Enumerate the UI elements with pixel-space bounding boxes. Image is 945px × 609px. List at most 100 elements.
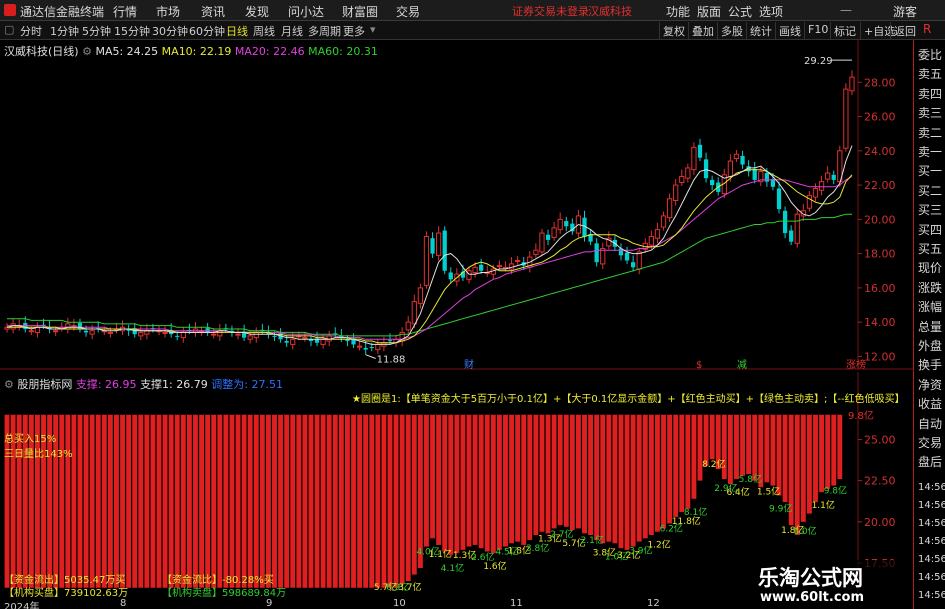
support-c: 调整为: 27.51 [211,378,283,391]
menu-item-wenxiaoda[interactable]: 问小达 [288,3,324,20]
candle-body [405,321,411,331]
tab-period-more[interactable]: 更多 [343,23,365,39]
indicator-bar [582,414,587,534]
menu-item-faxian[interactable]: 发现 [245,3,269,20]
amount-label: 1.6亿 [483,560,506,572]
candle-body [831,174,836,180]
candle-body [691,146,697,171]
side-item[interactable]: 外盘 [918,337,942,354]
side-item[interactable]: 买四 [918,221,942,238]
ratio-3day-label: 三日量比143% [4,449,73,460]
tab-period-multi[interactable]: 多周期 [308,23,341,39]
side-item[interactable]: 盘后 [918,453,942,470]
watermark-url: www.60lt.com [760,590,865,605]
side-item[interactable]: 卖一 [918,143,942,160]
indicator-bar [794,414,800,536]
tab-period-daily[interactable]: 日线 [226,23,248,39]
side-item[interactable]: 现价 [918,259,942,276]
minimize-icon[interactable]: — [840,3,852,17]
side-item[interactable]: 总量 [918,318,942,335]
menu-item-jiaoyi[interactable]: 交易 [396,3,420,20]
app-title: 通达信金融终端 [20,5,105,19]
user-label[interactable]: 游客 [893,3,917,20]
side-item[interactable]: 买一 [918,162,942,179]
indicator-bar [557,414,563,526]
amount-label: 1.5亿 [757,485,780,497]
side-item[interactable]: 卖五 [918,65,942,82]
indicator-bar [168,414,174,588]
side-item[interactable]: 净资 [918,376,942,393]
indicator-bar [478,414,484,549]
side-item[interactable]: 买二 [918,182,942,199]
tab-period-60min[interactable]: 60分钟 [189,23,225,39]
indicator-bar [575,414,581,529]
price-chart[interactable]: 28.00 26.00 24.00 22.00 20.00 18.00 16.00 14.00… [0,40,913,370]
tab-period-15min[interactable]: 15分钟 [114,23,150,39]
indicator-bar [600,414,606,544]
candle-body [247,335,253,340]
chevron-down-icon[interactable]: ▾ [370,23,376,36]
candle-body [776,188,782,210]
back-button[interactable]: 返回 [890,22,919,39]
tab-period-5min[interactable]: 5分钟 [82,23,111,39]
side-item[interactable]: 委比 [918,46,942,63]
price-tick-label: 22.00 [864,179,896,192]
menu-item-gongshi[interactable]: 公式 [728,3,752,20]
indicator-bar [655,414,660,532]
total-buy-label: 总买入15% [4,434,57,445]
side-item[interactable]: 涨幅 [918,298,942,315]
tab-period-30min[interactable]: 30分钟 [152,23,188,39]
menu-item-zixun[interactable]: 资讯 [201,3,225,20]
statistics-button[interactable]: 统计 [746,22,775,39]
side-item[interactable]: 卖三 [918,104,942,121]
indicator-bar [308,414,314,588]
menu-item-gongneng[interactable]: 功能 [666,3,690,20]
candle-body [849,76,855,92]
candle-body [479,264,484,271]
tab-period-1min[interactable]: 1分钟 [50,23,79,39]
multi-stock-button[interactable]: 多股 [717,22,746,39]
indicator-bar [442,414,448,552]
login-notice[interactable]: 证券交易未登录 [512,3,589,19]
side-item[interactable]: 买五 [918,240,942,257]
menu-item-hangqing[interactable]: 行情 [113,3,137,20]
draw-line-button[interactable]: 画线 [775,22,804,39]
menu-item-xuanxiang[interactable]: 选项 [759,3,783,20]
indicator-bar [156,414,162,588]
side-time-label: 14:56 [918,500,945,511]
indicator-bar [193,414,198,588]
menu-item-banmian[interactable]: 版面 [697,3,721,20]
indicator-bar [606,414,612,542]
price-tick-label: 14.00 [864,316,896,329]
indicator-bar [819,414,824,493]
indicator-toggle-icon[interactable]: ⚙ [4,378,17,391]
menu-item-shichang[interactable]: 市场 [156,3,180,20]
tab-period-monthly[interactable]: 月线 [281,23,303,39]
high-price-label: 29.29 [804,56,833,67]
overlay-button[interactable]: 叠加 [688,22,717,39]
side-item[interactable]: 涨跌 [918,279,942,296]
price-tick-label: 16.00 [864,282,896,295]
indicator-bar [417,414,423,568]
collapse-icon[interactable]: ▢ [4,23,14,36]
side-item[interactable]: 交易 [918,434,942,451]
menu-item-caifuquan[interactable]: 财富圈 [342,3,378,20]
low-price-label: 11.88 [377,354,406,365]
fuquan-button[interactable]: 复权 [659,22,688,39]
mark-button[interactable]: 标记 [830,22,859,39]
indicator-bar [357,414,363,588]
side-item[interactable]: 换手 [918,356,942,373]
price-tick-label: 24.00 [864,145,896,158]
side-item[interactable]: 收益 [918,395,942,412]
indicator-bar [59,414,65,588]
tab-period-weekly[interactable]: 周线 [253,23,275,39]
indicator-bar [697,414,703,481]
side-item[interactable]: 自动 [918,415,942,432]
side-item[interactable]: 卖四 [918,85,942,102]
settings-icon[interactable]: ⚙ [82,45,95,58]
f10-button[interactable]: F10 [804,22,831,39]
side-item[interactable]: 卖二 [918,124,942,141]
side-item[interactable]: 买三 [918,201,942,218]
side-corner-label[interactable]: R [923,22,931,36]
tab-period-fenshi[interactable]: 分时 [20,23,42,39]
